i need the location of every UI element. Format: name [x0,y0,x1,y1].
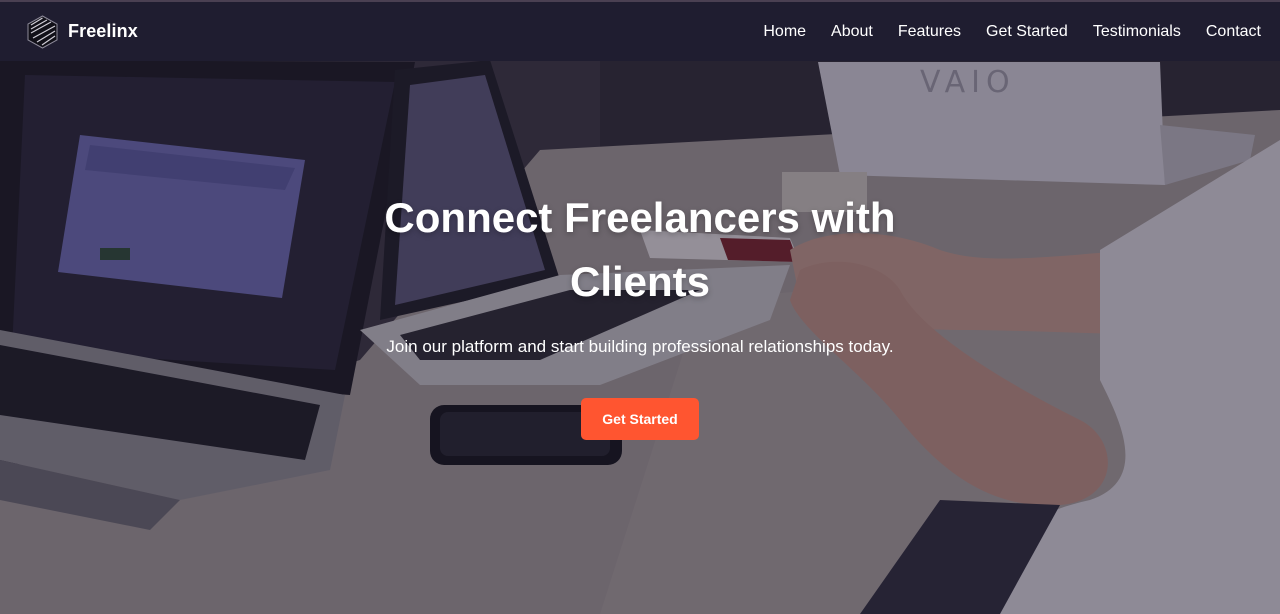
hexagon-cube-logo-icon [27,14,58,49]
hero-subtitle: Join our platform and start building pro… [386,337,894,356]
brand-name: Freelinx [68,21,138,41]
brand-link[interactable]: Freelinx [27,14,138,49]
nav-link-features[interactable]: Features [898,23,961,40]
nav-menu: Home About Features Get Started Testimon… [763,23,1261,41]
get-started-button[interactable]: Get Started [581,398,699,440]
nav-link-home[interactable]: Home [763,23,806,40]
nav-link-get-started[interactable]: Get Started [986,23,1068,40]
hero-section: Connect Freelancers with Clients Join ou… [0,186,1280,440]
nav-link-about[interactable]: About [831,23,873,40]
top-navbar: Freelinx Home About Features Get Started… [0,0,1280,61]
nav-link-contact[interactable]: Contact [1206,23,1261,40]
landing-page: VAIO Freelinx Home About Features Get St… [0,0,1280,614]
hero-title: Connect Freelancers with Clients [384,194,896,305]
nav-link-testimonials[interactable]: Testimonials [1093,23,1181,40]
